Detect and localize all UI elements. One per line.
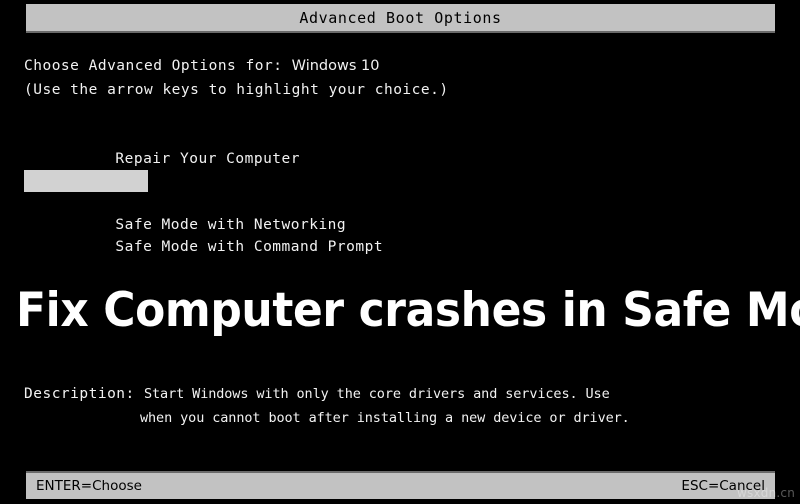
site-watermark: wsxdn.cn [737,486,796,500]
choose-options-line: Choose Advanced Options for: Windows 10 [24,58,379,74]
boot-options-menu: Repair Your Computer Safe Mode Safe Mode… [0,126,800,255]
window-title-bar: Advanced Boot Options [26,4,775,31]
page-title: Advanced Boot Options [299,8,502,27]
bottom-hint-bar: ENTER=Choose ESC=Cancel [26,473,775,499]
enter-choose-hint: ENTER=Choose [36,478,142,494]
menu-item-label: Repair Your Computer [115,151,300,167]
choose-options-prefix: Choose Advanced Options for: [24,58,292,74]
description-label: Description: [24,386,144,402]
description-line-1: Start Windows with only the core drivers… [144,386,610,402]
menu-item-label: Safe Mode with Networking [115,217,347,233]
os-version-label: Windows 10 [291,58,380,74]
description-block: Description: Start Windows with only the… [24,382,780,430]
menu-item-repair-your-computer[interactable]: Repair Your Computer [0,126,800,167]
boot-options-screen: Advanced Boot Options Choose Advanced Op… [0,0,800,504]
description-line-2: when you cannot boot after installing a … [140,410,630,426]
arrow-keys-hint: (Use the arrow keys to highlight your ch… [24,82,449,98]
headline-overlay: Fix Computer crashes in Safe Mode [16,283,800,338]
menu-item-safe-mode[interactable]: Safe Mode [0,170,800,233]
title-bar-divider [26,31,775,33]
menu-item-label: Safe Mode with Command Prompt [115,239,384,255]
selection-highlight [24,170,148,192]
menu-item-safe-mode-with-networking[interactable]: Safe Mode with Networking [0,192,800,233]
